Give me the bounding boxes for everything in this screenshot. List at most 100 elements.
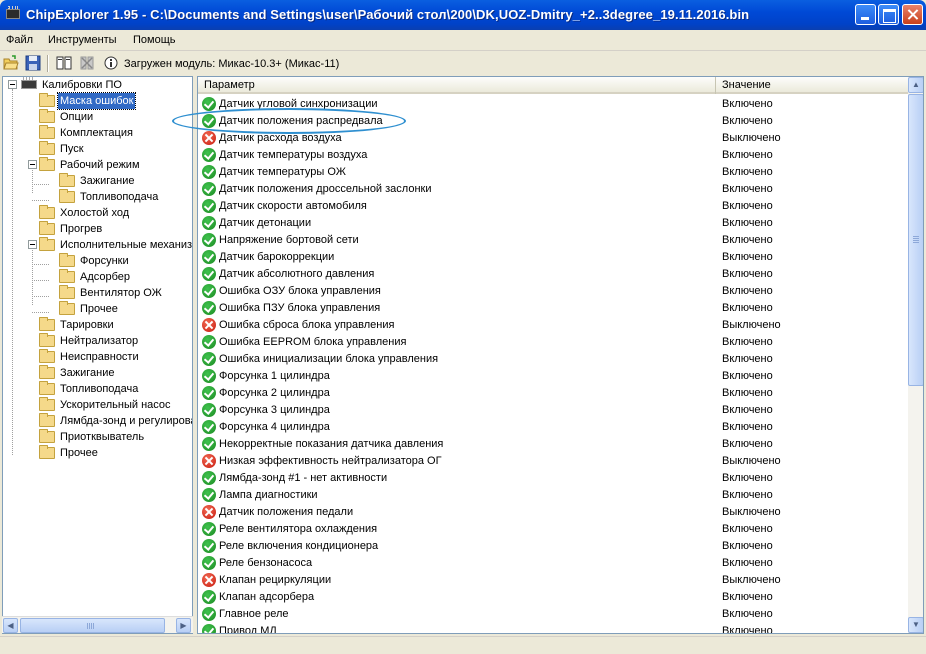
menu-file[interactable]: Файл bbox=[6, 34, 33, 46]
scroll-thumb[interactable] bbox=[20, 618, 165, 633]
parameter-value: Включено bbox=[722, 149, 773, 161]
table-row[interactable]: Форсунка 2 цилиндра Включено bbox=[198, 385, 910, 402]
scroll-thumb[interactable] bbox=[908, 94, 923, 386]
check-icon bbox=[202, 607, 216, 621]
folder-icon bbox=[39, 205, 55, 219]
folder-icon bbox=[59, 269, 75, 283]
parameter-name: Ошибка сброса блока управления bbox=[219, 319, 395, 331]
table-row[interactable]: Датчик температуры ОЖ Включено bbox=[198, 164, 910, 181]
table-row[interactable]: Клапан адсорбера Включено bbox=[198, 589, 910, 606]
folder-icon bbox=[39, 317, 55, 331]
check-icon bbox=[202, 165, 216, 179]
tree-collapse-toggle[interactable] bbox=[28, 240, 37, 249]
table-row[interactable]: Датчик барокоррекции Включено bbox=[198, 249, 910, 266]
table-row[interactable]: Датчик расхода воздуха Выключено bbox=[198, 130, 910, 147]
parameter-list[interactable]: Параметр Значение Датчик угловой синхрон… bbox=[197, 76, 924, 634]
tree-collapse-toggle[interactable] bbox=[28, 160, 37, 169]
list-vertical-scrollbar[interactable]: ▲ ▼ bbox=[908, 77, 923, 633]
menu-help[interactable]: Помощь bbox=[133, 34, 176, 46]
parameter-value: Включено bbox=[722, 404, 773, 416]
table-row[interactable]: Низкая эффективность нейтрализатора ОГ Вы… bbox=[198, 453, 910, 470]
table-row[interactable]: Реле вентилятора охлаждения Включено bbox=[198, 521, 910, 538]
title-bar[interactable]: ChipExplorer 1.95 - C:\Documents and Set… bbox=[0, 0, 926, 30]
tree-horizontal-scrollbar[interactable]: ◀ ▶ bbox=[2, 616, 193, 633]
table-row[interactable]: Датчик температуры воздуха Включено bbox=[198, 147, 910, 164]
disabled-tool-icon[interactable] bbox=[79, 55, 95, 71]
table-row[interactable]: Датчик положения распредвала Включено bbox=[198, 113, 910, 130]
parameter-name: Форсунка 1 цилиндра bbox=[219, 370, 330, 382]
close-button[interactable] bbox=[902, 4, 923, 25]
parameter-name: Датчик расхода воздуха bbox=[219, 132, 342, 144]
table-row[interactable]: Датчик положения педали Выключено bbox=[198, 504, 910, 521]
parameter-value: Включено bbox=[722, 540, 773, 552]
column-header-parameter[interactable]: Параметр bbox=[198, 77, 716, 94]
module-info-icon[interactable] bbox=[103, 55, 119, 71]
table-row[interactable]: Реле бензонасоса Включено bbox=[198, 555, 910, 572]
table-row[interactable]: Ошибка ПЗУ блока управления Включено bbox=[198, 300, 910, 317]
compare-icon[interactable] bbox=[56, 55, 72, 71]
scroll-down-icon[interactable]: ▼ bbox=[908, 617, 923, 633]
table-row[interactable]: Ошибка EEPROM блока управления Включено bbox=[198, 334, 910, 351]
open-folder-icon[interactable] bbox=[3, 55, 19, 71]
table-row[interactable]: Датчик угловой синхронизации Включено bbox=[198, 96, 910, 113]
scroll-right-icon[interactable]: ▶ bbox=[176, 618, 191, 633]
parameter-value: Выключено bbox=[722, 319, 781, 331]
table-row[interactable]: Ошибка инициализации блока управления Вкл… bbox=[198, 351, 910, 368]
error-icon bbox=[202, 318, 216, 332]
check-icon bbox=[202, 437, 216, 451]
table-row[interactable]: Лампа диагностики Включено bbox=[198, 487, 910, 504]
calibration-tree[interactable]: Калибровки ПО Маска ошибок Опции Комплек… bbox=[2, 76, 193, 634]
table-row[interactable]: Датчик абсолютного давления Включено bbox=[198, 266, 910, 283]
error-icon bbox=[202, 131, 216, 145]
parameter-value: Включено bbox=[722, 234, 773, 246]
save-icon[interactable] bbox=[25, 55, 41, 71]
menu-bar: Файл Инструменты Помощь bbox=[0, 30, 926, 51]
table-row[interactable]: Привод МД Включено bbox=[198, 623, 910, 633]
parameter-value: Выключено bbox=[722, 574, 781, 586]
parameter-value: Включено bbox=[722, 421, 773, 433]
parameter-name: Форсунка 3 цилиндра bbox=[219, 404, 330, 416]
parameter-value: Включено bbox=[722, 370, 773, 382]
parameter-value: Включено bbox=[722, 183, 773, 195]
table-row[interactable]: Клапан рециркуляции Выключено bbox=[198, 572, 910, 589]
scroll-up-icon[interactable]: ▲ bbox=[908, 77, 923, 93]
table-row[interactable]: Датчик детонации Включено bbox=[198, 215, 910, 232]
table-row[interactable]: Лямбда-зонд #1 - нет активности Включено bbox=[198, 470, 910, 487]
tree-collapse-toggle[interactable] bbox=[8, 80, 17, 89]
table-row[interactable]: Форсунка 4 цилиндра Включено bbox=[198, 419, 910, 436]
check-icon bbox=[202, 199, 216, 213]
column-header-value[interactable]: Значение bbox=[716, 77, 910, 94]
table-row[interactable]: Ошибка сброса блока управления Выключено bbox=[198, 317, 910, 334]
folder-icon bbox=[39, 381, 55, 395]
loaded-module-text: Загружен модуль: Микас-10.3+ (Микас-11) bbox=[124, 58, 340, 70]
table-row[interactable]: Напряжение бортовой сети Включено bbox=[198, 232, 910, 249]
tree-line bbox=[32, 296, 49, 297]
parameter-name: Клапан адсорбера bbox=[219, 591, 315, 603]
check-icon bbox=[202, 471, 216, 485]
parameter-name: Ошибка ОЗУ блока управления bbox=[219, 285, 381, 297]
check-icon bbox=[202, 386, 216, 400]
check-icon bbox=[202, 352, 216, 366]
maximize-button[interactable] bbox=[878, 4, 899, 25]
folder-icon bbox=[39, 429, 55, 443]
table-row[interactable]: Реле включения кондиционера Включено bbox=[198, 538, 910, 555]
check-icon bbox=[202, 369, 216, 383]
table-row[interactable]: Главное реле Включено bbox=[198, 606, 910, 623]
table-row[interactable]: Датчик положения дроссельной заслонки Вкл… bbox=[198, 181, 910, 198]
parameter-name: Датчик положения дроссельной заслонки bbox=[219, 183, 432, 195]
toolbar-separator bbox=[47, 55, 49, 72]
table-row[interactable]: Датчик скорости автомобиля Включено bbox=[198, 198, 910, 215]
table-row[interactable]: Некорректные показания датчика давления В… bbox=[198, 436, 910, 453]
parameter-value: Выключено bbox=[722, 455, 781, 467]
folder-icon bbox=[39, 141, 55, 155]
error-icon bbox=[202, 505, 216, 519]
table-row[interactable]: Форсунка 3 цилиндра Включено bbox=[198, 402, 910, 419]
menu-tools[interactable]: Инструменты bbox=[48, 34, 117, 46]
minimize-button[interactable] bbox=[855, 4, 876, 25]
folder-icon bbox=[59, 253, 75, 267]
scroll-left-icon[interactable]: ◀ bbox=[3, 618, 18, 633]
table-row[interactable]: Ошибка ОЗУ блока управления Включено bbox=[198, 283, 910, 300]
check-icon bbox=[202, 284, 216, 298]
check-icon bbox=[202, 420, 216, 434]
table-row[interactable]: Форсунка 1 цилиндра Включено bbox=[198, 368, 910, 385]
